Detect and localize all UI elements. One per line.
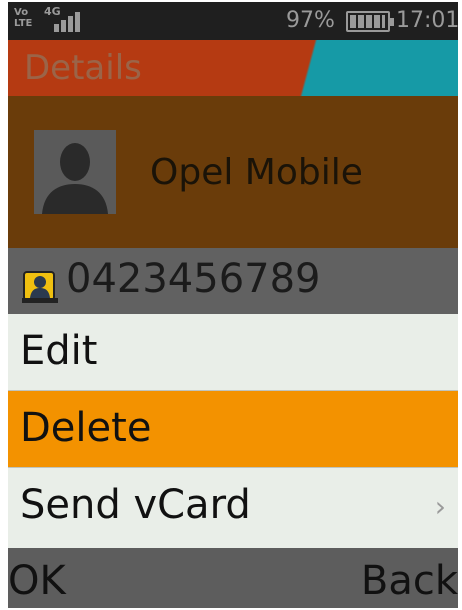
signal-bar — [75, 12, 80, 32]
menu-item-label: Edit — [20, 328, 98, 374]
signal-bar — [54, 24, 59, 32]
options-menu: Edit Delete Send vCard › — [8, 314, 458, 548]
contact-card-icon — [22, 271, 58, 303]
clock: 17:01 — [396, 8, 458, 33]
volte-label-bottom: LTE — [14, 18, 33, 29]
menu-item-edit[interactable]: Edit — [8, 314, 458, 390]
phone-number-row: 0423456789 — [8, 248, 458, 314]
avatar-silhouette — [34, 130, 116, 214]
menu-item-label: Send vCard — [20, 482, 251, 528]
battery-fill — [350, 15, 385, 28]
chevron-right-icon: › — [434, 490, 446, 523]
signal-strength-icon — [54, 10, 88, 32]
status-bar: Vo LTE 4G 97% 17:01 — [8, 2, 458, 40]
softkey-bar: OK Back — [8, 548, 458, 608]
battery-icon — [346, 11, 394, 32]
ok-softkey[interactable]: OK — [8, 558, 66, 604]
menu-item-delete[interactable]: Delete — [8, 391, 458, 467]
phone-number: 0423456789 — [66, 256, 321, 302]
person-silhouette-icon — [34, 130, 116, 214]
back-softkey[interactable]: Back — [361, 558, 458, 604]
menu-item-label: Delete — [20, 405, 152, 451]
menu-item-send-vcard[interactable]: Send vCard › — [8, 468, 458, 544]
page-title: Details — [24, 48, 142, 88]
volte-indicator: Vo LTE — [14, 7, 32, 29]
phone-screen: Vo LTE 4G 97% 17:01 Details Opel Mobile — [8, 2, 458, 608]
battery-percent: 97% — [286, 8, 335, 33]
contact-panel: Opel Mobile — [8, 96, 458, 248]
volte-label-top: Vo — [14, 7, 29, 18]
header-banner: Details — [8, 40, 458, 96]
signal-bar — [61, 20, 66, 32]
contact-name: Opel Mobile — [150, 152, 363, 193]
signal-bar — [68, 16, 73, 32]
